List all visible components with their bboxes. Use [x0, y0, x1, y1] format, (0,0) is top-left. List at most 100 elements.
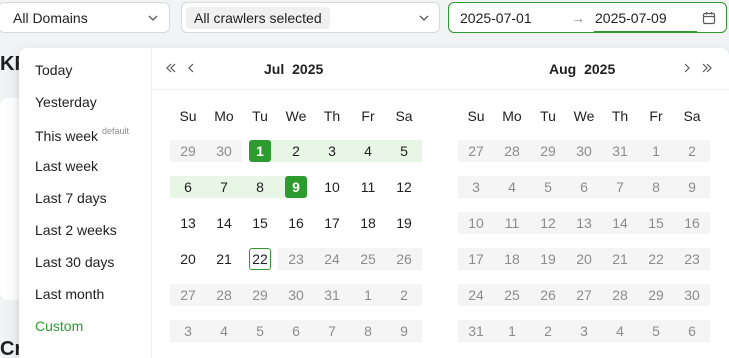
- day-cell: 30: [206, 140, 242, 162]
- day-cell[interactable]: 3: [314, 140, 350, 162]
- day-number: 30: [684, 287, 700, 303]
- next-month-icon[interactable]: [680, 61, 694, 75]
- day-number: 3: [580, 323, 588, 339]
- day-number: 23: [288, 251, 304, 267]
- weekday-header: Sa: [683, 108, 701, 124]
- day-number: 15: [648, 215, 664, 231]
- day-number: 18: [360, 215, 376, 231]
- day-number: 29: [648, 287, 664, 303]
- day-cell[interactable]: 16: [278, 212, 314, 234]
- day-cell-selected[interactable]: 9: [278, 176, 314, 198]
- preset-last-month[interactable]: Last month: [35, 286, 104, 302]
- range-start-input[interactable]: 2025-07-01: [460, 10, 532, 26]
- day-number: 20: [180, 251, 196, 267]
- day-cell[interactable]: 13: [170, 212, 206, 234]
- preset-last-7-days[interactable]: Last 7 days: [35, 190, 107, 206]
- crawler-select[interactable]: All crawlers selected: [181, 2, 440, 33]
- day-number: 26: [540, 287, 556, 303]
- day-cell: 5: [242, 320, 278, 342]
- day-cell: 4: [602, 320, 638, 342]
- preset-today[interactable]: Today: [35, 62, 72, 78]
- day-number: 31: [324, 287, 340, 303]
- preset-custom[interactable]: Custom: [35, 318, 83, 334]
- day-number: 5: [544, 179, 552, 195]
- date-range-picker[interactable]: 2025-07-01 → 2025-07-09: [448, 2, 727, 33]
- day-cell[interactable]: 4: [350, 140, 386, 162]
- day-cell: 1: [494, 320, 530, 342]
- day-cell: 25: [350, 248, 386, 270]
- month-title-left[interactable]: Jul 2025: [264, 61, 323, 77]
- day-number: 10: [468, 215, 484, 231]
- day-number: 2: [544, 323, 552, 339]
- day-cell: 16: [674, 212, 710, 234]
- day-cell[interactable]: 2: [278, 140, 314, 162]
- day-cell[interactable]: 18: [350, 212, 386, 234]
- day-cell: 31: [602, 140, 638, 162]
- day-cell[interactable]: 7: [206, 176, 242, 198]
- day-number: 11: [360, 179, 376, 195]
- next-year-icon[interactable]: [700, 61, 714, 75]
- day-cell: 4: [494, 176, 530, 198]
- day-cell-selected[interactable]: 1: [242, 140, 278, 162]
- active-input-indicator: [594, 31, 697, 33]
- range-separator-arrow: →: [571, 9, 585, 26]
- day-number: 9: [400, 323, 408, 339]
- prev-month-icon[interactable]: [184, 61, 198, 75]
- range-end-input[interactable]: 2025-07-09: [595, 10, 667, 26]
- month-title-right[interactable]: Aug 2025: [549, 61, 615, 77]
- day-cell[interactable]: 8: [242, 176, 278, 198]
- day-cell: 25: [494, 284, 530, 306]
- domain-select[interactable]: All Domains: [0, 2, 170, 33]
- day-cell[interactable]: 6: [170, 176, 206, 198]
- day-number: 26: [396, 251, 412, 267]
- day-cell[interactable]: 10: [314, 176, 350, 198]
- day-cell: 10: [458, 212, 494, 234]
- day-cell[interactable]: 15: [242, 212, 278, 234]
- day-cell: 20: [566, 248, 602, 270]
- weekday-header: Mo: [502, 108, 522, 124]
- day-cell: 22: [638, 248, 674, 270]
- day-cell: 27: [458, 140, 494, 162]
- day-number: 19: [396, 215, 412, 231]
- day-cell[interactable]: 5: [386, 140, 422, 162]
- weekday-header: Sa: [395, 108, 413, 124]
- day-cell: 14: [602, 212, 638, 234]
- weekday-header: We: [573, 108, 595, 124]
- day-cell[interactable]: 20: [170, 248, 206, 270]
- calendar-header: Jul 2025 Aug 2025: [152, 48, 729, 90]
- day-number: 8: [256, 179, 264, 195]
- day-cell: 8: [638, 176, 674, 198]
- day-cell[interactable]: 12: [386, 176, 422, 198]
- day-number: 1: [508, 323, 516, 339]
- day-cell[interactable]: 21: [206, 248, 242, 270]
- day-cell[interactable]: 14: [206, 212, 242, 234]
- day-number: 3: [184, 323, 192, 339]
- day-cell: 23: [278, 248, 314, 270]
- domain-select-value: All Domains: [13, 9, 88, 26]
- day-cell: 5: [530, 176, 566, 198]
- day-number: 4: [364, 143, 372, 159]
- day-cell[interactable]: 11: [350, 176, 386, 198]
- preset-last-week[interactable]: Last week: [35, 158, 98, 174]
- day-cell: 3: [458, 176, 494, 198]
- day-cell-today[interactable]: 22: [242, 248, 278, 270]
- preset-this-week[interactable]: This week default: [35, 126, 129, 144]
- day-number: 9: [688, 179, 696, 195]
- preset-last-30-days[interactable]: Last 30 days: [35, 254, 114, 270]
- day-cell: 2: [674, 140, 710, 162]
- day-cell[interactable]: 17: [314, 212, 350, 234]
- prev-year-icon[interactable]: [164, 61, 178, 75]
- day-number: 5: [256, 323, 264, 339]
- day-number: 24: [468, 287, 484, 303]
- day-number: 13: [180, 215, 196, 231]
- day-cell: 18: [494, 248, 530, 270]
- preset-yesterday[interactable]: Yesterday: [35, 94, 97, 110]
- day-cell[interactable]: 19: [386, 212, 422, 234]
- day-cell: 28: [602, 284, 638, 306]
- day-number: 31: [612, 143, 628, 159]
- day-number: 18: [504, 251, 520, 267]
- day-cell: 29: [170, 140, 206, 162]
- day-cell: 23: [674, 248, 710, 270]
- day-cell: 31: [458, 320, 494, 342]
- preset-last-2-weeks[interactable]: Last 2 weeks: [35, 222, 117, 238]
